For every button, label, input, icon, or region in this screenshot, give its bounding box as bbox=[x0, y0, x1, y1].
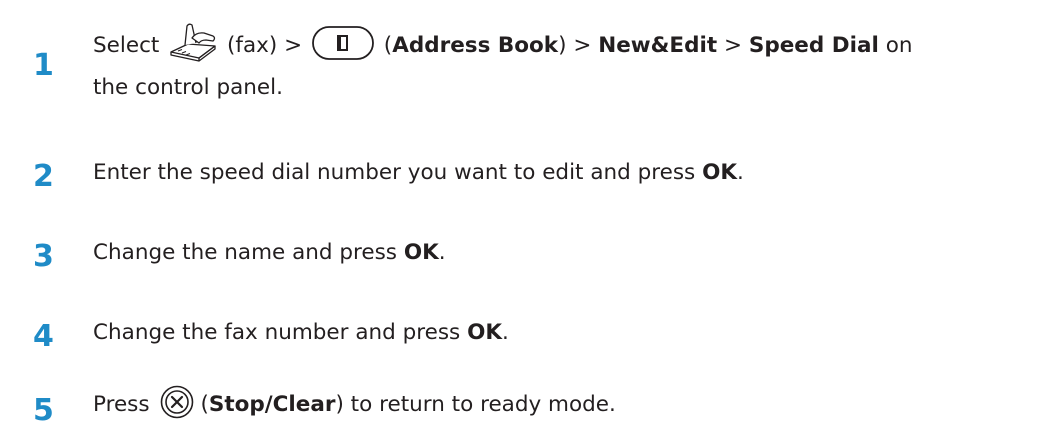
step-text: Change the name and press OK. bbox=[93, 233, 1043, 273]
open-paren: ( bbox=[383, 33, 393, 58]
step-number: 4 bbox=[33, 319, 54, 354]
instruction-text: Enter the speed dial number you want to … bbox=[93, 160, 696, 185]
ok-label: OK bbox=[403, 240, 439, 265]
period: . bbox=[737, 160, 744, 185]
ok-label: OK bbox=[702, 160, 738, 185]
open-paren: ( bbox=[200, 392, 209, 417]
instruction-word: on bbox=[885, 33, 913, 58]
fax-icon bbox=[168, 22, 218, 62]
instruction-word: Press bbox=[93, 392, 150, 417]
step-text: Enter the speed dial number you want to … bbox=[93, 153, 1043, 193]
speed-dial-label: Speed Dial bbox=[748, 33, 879, 58]
period: . bbox=[502, 320, 509, 345]
separator: > bbox=[723, 33, 742, 58]
instruction-text: Change the fax number and press bbox=[93, 320, 461, 345]
instruction-word: Select bbox=[93, 33, 160, 58]
step-number: 5 bbox=[33, 393, 54, 428]
fax-label: (fax) > bbox=[227, 33, 303, 58]
step-text: Press (Stop/Clear) to return to ready mo… bbox=[93, 385, 1043, 425]
step-number: 3 bbox=[33, 239, 54, 274]
instruction-text: Change the name and press bbox=[93, 240, 398, 265]
step-text: Change the fax number and press OK. bbox=[93, 313, 1043, 353]
step-text: Select (fax) > (Address Book) > New&Edit… bbox=[93, 23, 1043, 66]
address-book-label: Address Book bbox=[392, 33, 559, 58]
step-number: 2 bbox=[33, 159, 54, 194]
separator: ) > bbox=[558, 33, 592, 58]
new-edit-label: New&Edit bbox=[598, 33, 718, 58]
stop-clear-icon bbox=[160, 385, 194, 419]
period: . bbox=[438, 240, 446, 265]
instruction-text: ) to return to ready mode. bbox=[335, 392, 616, 417]
ok-label: OK bbox=[467, 320, 503, 345]
step-text-line-2: the control panel. bbox=[93, 75, 283, 100]
stop-clear-label: Stop/Clear bbox=[208, 392, 336, 417]
step-number: 1 bbox=[33, 48, 54, 83]
address-book-icon bbox=[311, 25, 375, 61]
